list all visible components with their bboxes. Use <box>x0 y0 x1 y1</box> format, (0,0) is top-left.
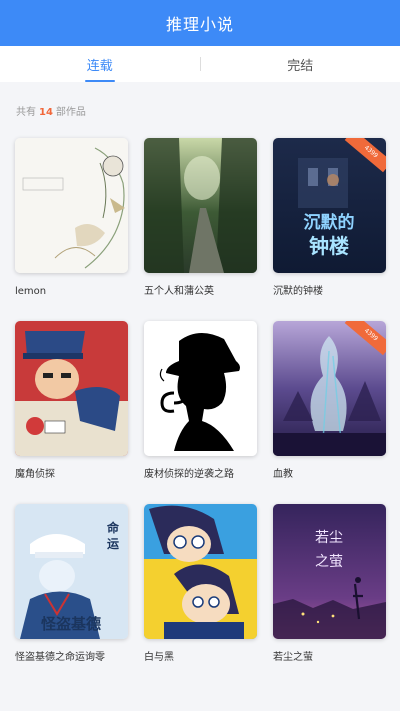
tab-bar: 连载 完结 <box>0 46 400 82</box>
book-card[interactable]: 命 运 怪盗基德 怪盗基德之命运询零 <box>15 504 128 687</box>
book-title: 沉默的钟楼 <box>273 286 323 297</box>
book-card[interactable]: 4399 血教 <box>273 321 386 504</box>
tab-label: 连载 <box>86 58 113 74</box>
book-title: 血教 <box>273 469 293 480</box>
book-cover: 沉默的 钟楼 4399 <box>273 138 386 273</box>
book-title: 怪盗基德之命运询零 <box>15 652 105 663</box>
book-cover <box>15 138 128 273</box>
book-cover <box>15 321 128 456</box>
book-title: 五个人和蒲公英 <box>144 286 214 297</box>
book-cover: 4399 <box>273 321 386 456</box>
book-card[interactable]: 魔角侦探 <box>15 321 128 504</box>
svg-text:命: 命 <box>106 520 120 535</box>
book-card[interactable]: lemon <box>15 138 128 321</box>
tab-label: 完结 <box>287 58 314 74</box>
works-count-number: 14 <box>39 107 53 118</box>
svg-text:怪盗基德: 怪盗基德 <box>41 615 101 633</box>
book-card[interactable]: 若尘 之萤 若尘之萤 <box>273 504 386 687</box>
book-title: 若尘之萤 <box>273 652 313 663</box>
book-title: 白与黑 <box>144 652 174 663</box>
svg-text:若尘: 若尘 <box>315 530 343 546</box>
cover-title-text: 沉默的 <box>304 212 355 233</box>
tab-completed[interactable]: 完结 <box>201 46 400 82</box>
app-header: 推理小说 <box>0 0 400 46</box>
book-cover: 若尘 之萤 <box>273 504 386 639</box>
book-card[interactable]: 白与黑 <box>144 504 257 687</box>
book-title: 魔角侦探 <box>15 469 55 480</box>
svg-text:运: 运 <box>107 537 119 551</box>
svg-text:钟楼: 钟楼 <box>309 234 349 258</box>
page-title: 推理小说 <box>165 15 234 34</box>
book-title: lemon <box>15 286 47 297</box>
book-card[interactable]: 五个人和蒲公英 <box>144 138 257 321</box>
works-count: 共有 14 部作品 <box>16 107 86 118</box>
tab-serializing[interactable]: 连载 <box>0 46 200 82</box>
book-grid: lemon 五个人和蒲公英 沉默的 钟楼 4399 沉默的钟楼 魔角侦探 废材侦… <box>15 138 386 687</box>
book-cover <box>144 321 257 456</box>
book-cover: 命 运 怪盗基德 <box>15 504 128 639</box>
book-title: 废材侦探的逆袭之路 <box>144 469 234 480</box>
book-card[interactable]: 废材侦探的逆袭之路 <box>144 321 257 504</box>
book-cover <box>144 138 257 273</box>
book-card[interactable]: 沉默的 钟楼 4399 沉默的钟楼 <box>273 138 386 321</box>
svg-text:之萤: 之萤 <box>315 554 343 570</box>
book-cover <box>144 504 257 639</box>
